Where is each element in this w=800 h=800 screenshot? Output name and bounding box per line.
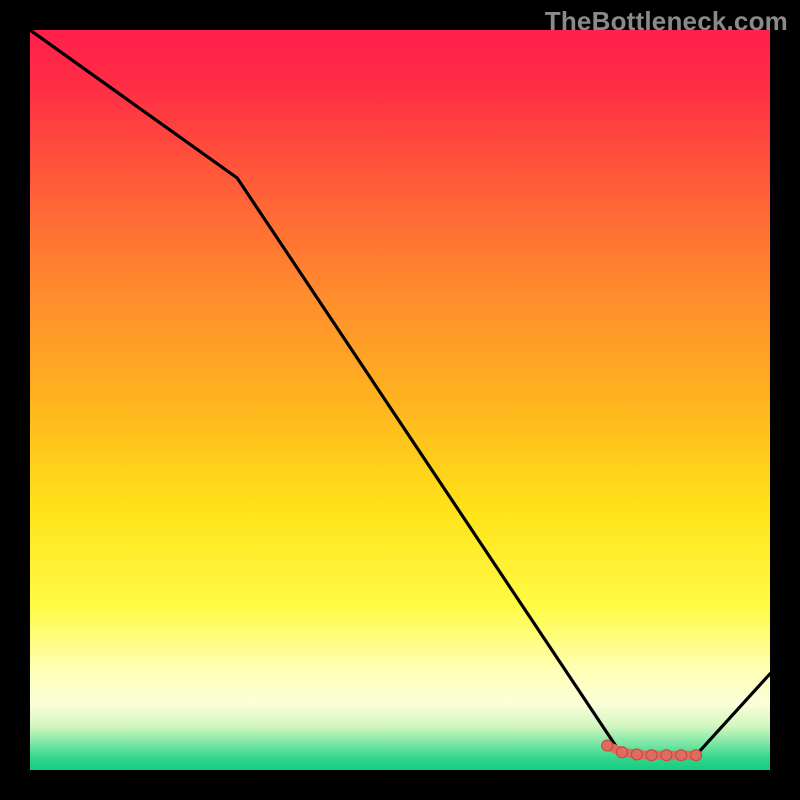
highlight-dot [691, 750, 702, 761]
highlight-dot [617, 747, 628, 758]
gradient-background [30, 30, 770, 770]
highlight-dot [661, 750, 672, 761]
highlight-dot [676, 750, 687, 761]
highlight-dot [631, 749, 642, 760]
plot-area [30, 30, 770, 770]
highlight-dot [646, 750, 657, 761]
chart-svg [30, 30, 770, 770]
highlight-dot [602, 740, 613, 751]
chart-container: { "watermark": "TheBottleneck.com", "cha… [0, 0, 800, 800]
